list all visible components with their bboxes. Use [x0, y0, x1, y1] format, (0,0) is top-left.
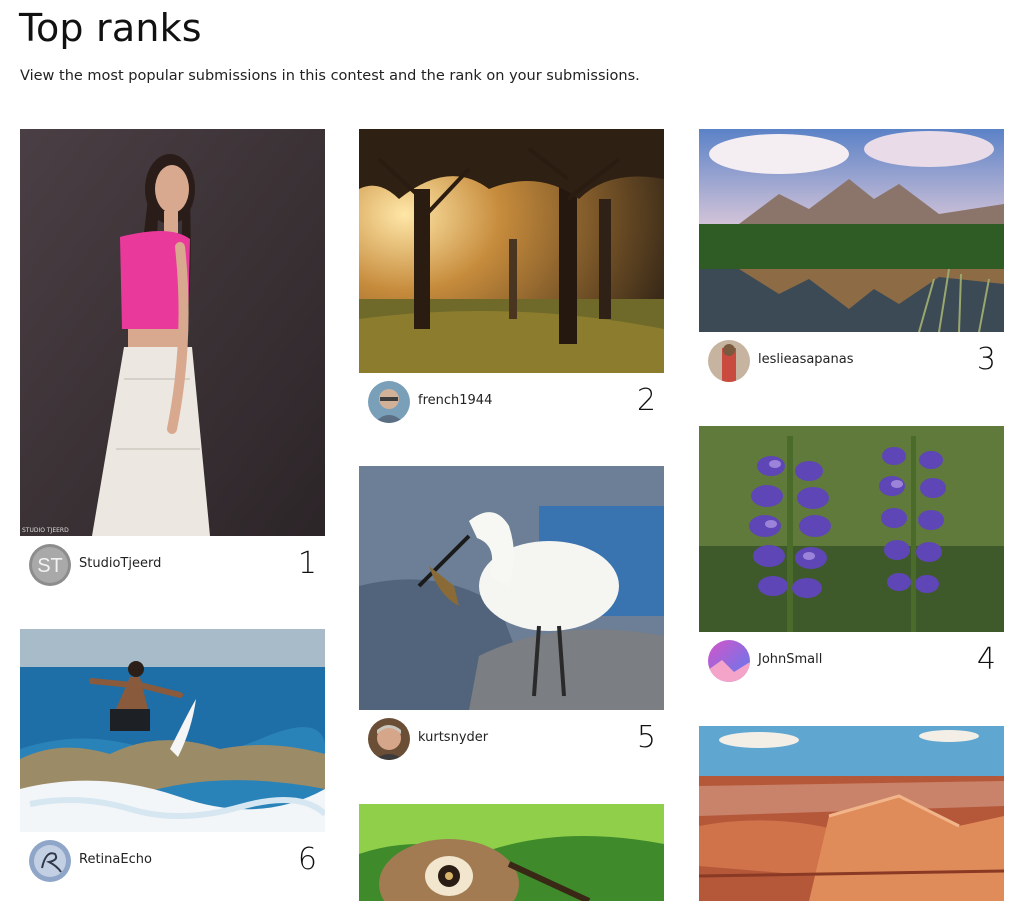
page-title: Top ranks	[19, 6, 202, 50]
username-link[interactable]: kurtsnyder	[418, 730, 488, 745]
submission-photo-lupines[interactable]	[699, 426, 1004, 632]
submission-meta: french1944 2	[359, 373, 664, 429]
user-avatar[interactable]	[708, 640, 750, 682]
user-avatar[interactable]	[368, 381, 410, 423]
submission-photo-canyon[interactable]	[699, 726, 1004, 901]
username-link[interactable]: JohnSmall	[758, 652, 822, 667]
user-avatar[interactable]: ST	[29, 544, 71, 586]
rank-number: 6	[297, 842, 317, 877]
avatar-initials: ST	[37, 555, 63, 577]
submission-meta: leslieasapanas 3	[699, 332, 1004, 388]
submission-card: kurtsnyder 5	[359, 466, 664, 766]
submission-meta: ST StudioTjeerd 1	[20, 536, 325, 592]
submission-photo-forest-sunrise[interactable]	[359, 129, 664, 373]
submission-photo-butterfly[interactable]	[359, 804, 664, 901]
submission-card: STUDIO TJEERD ST StudioTjeerd 1	[20, 129, 325, 592]
rank-number: 3	[976, 342, 996, 377]
rank-number: 5	[636, 720, 656, 755]
rank-number: 1	[297, 546, 317, 581]
page-subtitle: View the most popular submissions in thi…	[20, 68, 640, 84]
submission-card: leslieasapanas 3	[699, 129, 1004, 388]
user-avatar[interactable]	[368, 718, 410, 760]
submission-photo-portrait[interactable]: STUDIO TJEERD	[20, 129, 325, 536]
username-link[interactable]: StudioTjeerd	[79, 556, 161, 571]
submission-photo-surfer[interactable]	[20, 629, 325, 832]
username-link[interactable]: RetinaEcho	[79, 852, 152, 867]
submission-meta: RetinaEcho 6	[20, 832, 325, 888]
username-link[interactable]: leslieasapanas	[758, 352, 854, 367]
username-link[interactable]: french1944	[418, 393, 492, 408]
rank-number: 4	[976, 642, 996, 677]
user-avatar[interactable]	[29, 840, 71, 882]
submission-card	[359, 804, 664, 901]
submission-photo-egret[interactable]	[359, 466, 664, 710]
submission-photo-mountain-lake[interactable]	[699, 129, 1004, 332]
submission-meta: kurtsnyder 5	[359, 710, 664, 766]
rank-number: 2	[636, 383, 656, 418]
submission-card: french1944 2	[359, 129, 664, 429]
submission-card: JohnSmall 4	[699, 426, 1004, 688]
submission-meta: JohnSmall 4	[699, 632, 1004, 688]
submission-card	[699, 726, 1004, 901]
submission-card: RetinaEcho 6	[20, 629, 325, 888]
photo-watermark: STUDIO TJEERD	[22, 527, 69, 534]
user-avatar[interactable]	[708, 340, 750, 382]
